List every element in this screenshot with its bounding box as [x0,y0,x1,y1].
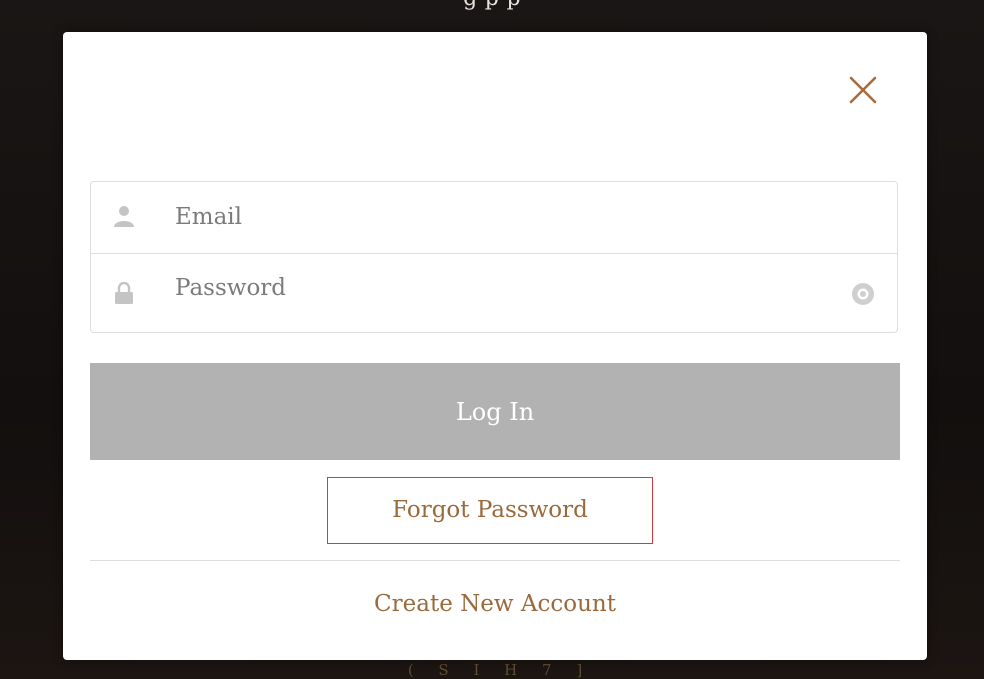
login-button[interactable]: Log In [90,363,900,460]
password-input[interactable] [175,271,815,305]
background-heading-fragment: g p p [0,0,984,11]
lock-icon [111,280,137,306]
eye-icon [852,283,874,305]
login-modal: Log In Forgot Password Create New Accoun… [63,32,927,660]
close-x-icon [849,76,877,104]
background-logo-fragment: ( S I H 7 ] [407,661,593,679]
email-row [91,182,897,254]
show-password-toggle[interactable] [849,280,877,308]
user-icon [111,203,137,229]
password-row [91,253,897,332]
forgot-password-link[interactable]: Forgot Password [327,477,653,544]
create-account-link[interactable]: Create New Account [63,591,927,617]
login-fields-group [90,181,898,333]
close-button[interactable] [846,73,880,107]
divider [90,560,900,561]
email-input[interactable] [175,200,815,234]
